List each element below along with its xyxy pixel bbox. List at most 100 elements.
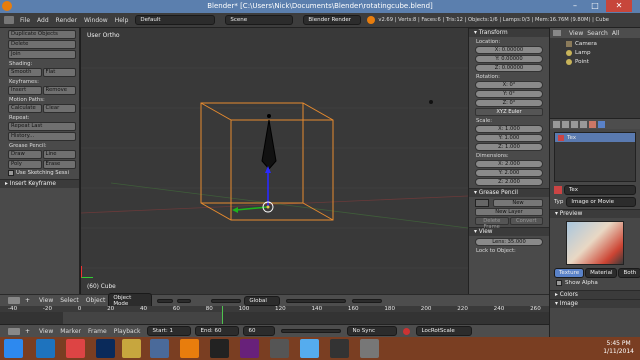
photoshop-icon[interactable]: [96, 339, 115, 358]
show-alpha-checkbox[interactable]: [556, 280, 562, 286]
preview-panel-header[interactable]: ▾ Preview: [550, 209, 640, 218]
outliner-item[interactable]: Lamp: [550, 48, 640, 57]
minimize-button[interactable]: –: [566, 0, 584, 12]
rotation-x-field[interactable]: X: 0°: [475, 81, 543, 89]
pencil-icon[interactable]: [475, 199, 489, 207]
dimension-x-field[interactable]: X: 2.000: [475, 160, 543, 168]
object-tab-icon[interactable]: [580, 120, 587, 128]
menu-add[interactable]: Add: [37, 17, 49, 24]
app-icon[interactable]: [360, 339, 379, 358]
pivot-select[interactable]: [177, 298, 192, 303]
image-panel-header[interactable]: ▾ Image: [550, 299, 640, 308]
poly-button[interactable]: Poly: [8, 160, 42, 169]
shading-select[interactable]: [157, 298, 174, 303]
record-icon[interactable]: [403, 327, 411, 335]
tab-material[interactable]: Material: [585, 268, 618, 278]
current-frame-field[interactable]: 60: [243, 326, 276, 336]
menu-help[interactable]: Help: [115, 17, 129, 24]
delete-frame-button[interactable]: Delete Frame: [475, 217, 509, 230]
new-button[interactable]: New: [493, 199, 543, 207]
plus-icon[interactable]: +: [25, 328, 31, 335]
orientation-select[interactable]: Global: [244, 295, 281, 306]
explorer-icon[interactable]: [122, 339, 141, 358]
tab-both[interactable]: Both: [618, 268, 640, 278]
rotation-z-field[interactable]: Z: 0°: [475, 99, 543, 107]
outliner-item[interactable]: Camera: [550, 39, 640, 48]
new-layer-button[interactable]: New Layer: [475, 208, 543, 216]
dimension-z-field[interactable]: Z: 2.000: [475, 178, 543, 186]
history-button[interactable]: History...: [8, 132, 76, 141]
editor-type-icon[interactable]: [4, 16, 14, 24]
visual-studio-icon[interactable]: [240, 339, 259, 358]
view-panel-header[interactable]: ▾ View: [469, 227, 549, 236]
snap-toggle[interactable]: [352, 298, 383, 303]
current-frame-marker[interactable]: [222, 306, 223, 324]
join-button[interactable]: Join: [8, 50, 76, 59]
media-icon[interactable]: [330, 339, 349, 358]
system-clock[interactable]: 5:45 PM 1/11/2014: [603, 340, 634, 356]
flat-button[interactable]: Flat: [42, 68, 76, 77]
menu-object[interactable]: Object: [86, 297, 106, 304]
scale-y-field[interactable]: Y: 1.000: [475, 134, 543, 142]
menu-select[interactable]: Select: [60, 297, 79, 304]
menu-view[interactable]: View: [39, 328, 53, 335]
texture-name-field[interactable]: Tex: [564, 185, 636, 195]
display-mode-select[interactable]: All: [612, 30, 619, 37]
grease-pencil-panel-header[interactable]: ▾ Grease Pencil: [469, 188, 549, 197]
erase-button[interactable]: Erase: [42, 160, 76, 169]
maximize-button[interactable]: □: [586, 0, 604, 12]
clear-button[interactable]: Clear: [42, 104, 76, 113]
editor-type-icon[interactable]: [553, 30, 561, 36]
menu-view[interactable]: View: [569, 30, 583, 37]
insert-keyframe-button[interactable]: Insert: [8, 86, 42, 95]
render-engine-select[interactable]: Blender Render: [303, 15, 362, 25]
app-icon[interactable]: [270, 339, 289, 358]
menu-search[interactable]: Search: [587, 30, 608, 37]
scene-select[interactable]: Scene: [225, 15, 294, 25]
convert-button[interactable]: Convert: [509, 217, 543, 225]
material-tab-icon[interactable]: [589, 120, 596, 128]
remove-keyframe-button[interactable]: Remove: [42, 86, 76, 95]
texture-type-select[interactable]: Image or Movie: [566, 197, 636, 207]
render-tab-icon[interactable]: [553, 120, 560, 128]
cmd-icon[interactable]: [210, 339, 229, 358]
line-button[interactable]: Line: [42, 150, 76, 159]
smooth-button[interactable]: Smooth: [8, 68, 42, 77]
location-x-field[interactable]: X: 0.00000: [475, 46, 543, 54]
manipulator-toggle[interactable]: [211, 298, 242, 303]
world-tab-icon[interactable]: [571, 120, 578, 128]
tab-texture[interactable]: Texture: [554, 268, 585, 278]
timeline[interactable]: -40 -20 0 20 40 60 80 100 120 140 160 18…: [0, 306, 549, 324]
texture-slot-list[interactable]: Tex: [554, 132, 636, 182]
menu-window[interactable]: Window: [84, 17, 108, 24]
location-y-field[interactable]: Y: 0.00000: [475, 55, 543, 63]
menu-view[interactable]: View: [39, 297, 53, 304]
scale-z-field[interactable]: Z: 1.000: [475, 143, 543, 151]
transform-panel-header[interactable]: ▾ Transform: [469, 28, 549, 37]
menu-frame[interactable]: Frame: [88, 328, 107, 335]
context-tabs[interactable]: [550, 119, 640, 129]
menu-render[interactable]: Render: [56, 17, 77, 24]
plus-icon[interactable]: +: [25, 297, 31, 304]
menu-playback[interactable]: Playback: [114, 328, 141, 335]
editor-type-icon[interactable]: [8, 327, 20, 335]
playback-controls[interactable]: [281, 329, 342, 333]
twitter-icon[interactable]: [300, 339, 319, 358]
lens-field[interactable]: Lens: 35.000: [475, 238, 543, 246]
sync-select[interactable]: No Sync: [347, 326, 398, 336]
colors-panel-header[interactable]: ▸ Colors: [550, 290, 640, 299]
end-frame-field[interactable]: End: 60: [195, 326, 240, 336]
ie-icon[interactable]: [36, 339, 55, 358]
outliner-item[interactable]: Point: [550, 57, 640, 66]
scale-x-field[interactable]: X: 1.000: [475, 125, 543, 133]
dimension-y-field[interactable]: Y: 2.000: [475, 169, 543, 177]
location-z-field[interactable]: Z: 0.00000: [475, 64, 543, 72]
close-button[interactable]: ✕: [606, 0, 632, 12]
skype-icon[interactable]: [150, 339, 169, 358]
chrome-icon[interactable]: [66, 339, 85, 358]
viewport-scene[interactable]: [81, 28, 468, 294]
start-button-icon[interactable]: [4, 339, 23, 358]
screen-layout-select[interactable]: Default: [135, 15, 216, 25]
draw-button[interactable]: Draw: [8, 150, 42, 159]
insert-keyframe-panel-header[interactable]: ▸ Insert Keyframe: [0, 179, 79, 188]
